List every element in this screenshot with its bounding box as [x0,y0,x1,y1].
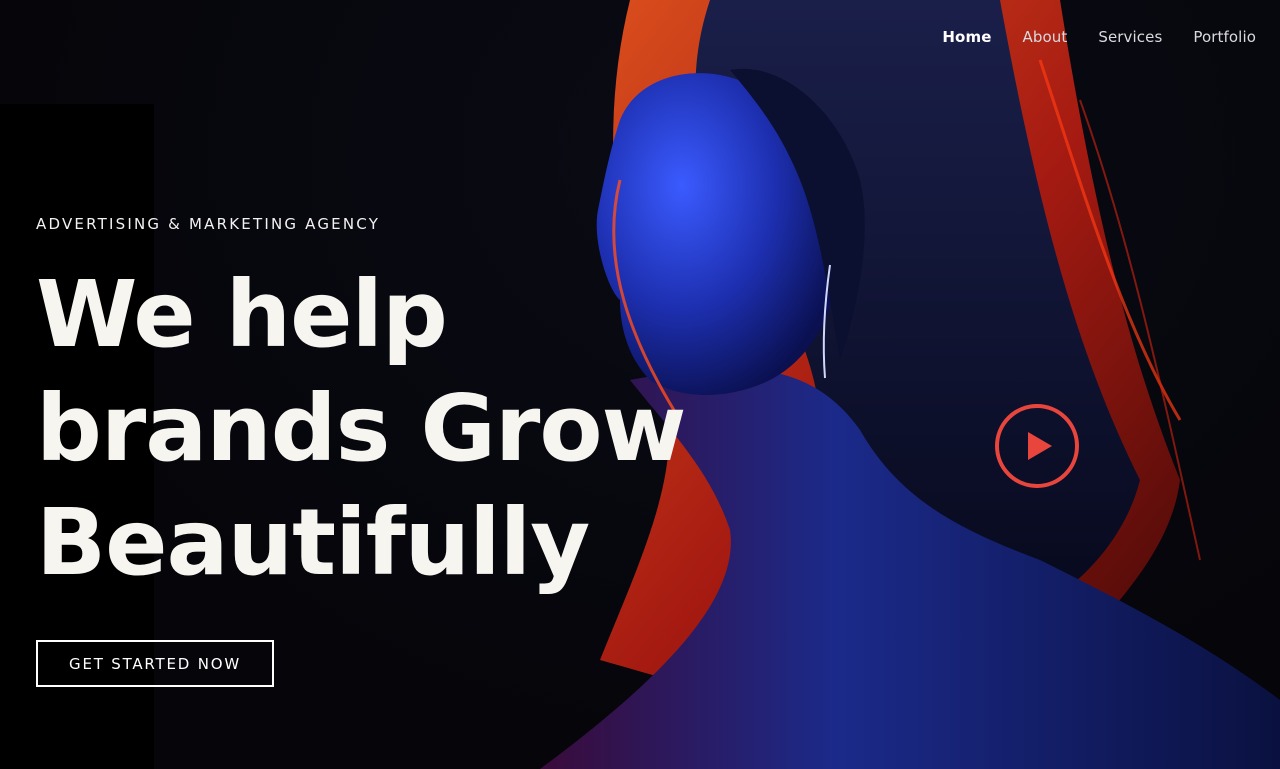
nav-item-about[interactable]: About [1022,28,1067,46]
hero-section: Home About Services Portfolio ADVERTISIN… [0,0,1280,769]
play-icon[interactable] [994,403,1080,489]
nav-item-portfolio[interactable]: Portfolio [1193,28,1256,46]
main-nav: Home About Services Portfolio [942,28,1256,46]
get-started-button[interactable]: GET STARTED NOW [36,640,274,687]
headline-line-2: brands Grow [36,375,687,482]
nav-item-services[interactable]: Services [1098,28,1162,46]
nav-item-home[interactable]: Home [942,28,991,46]
headline-line-1: We help [36,261,448,368]
headline-line-3: Beautifully [36,489,590,596]
hero-headline: We help brands Grow Beautifully [36,258,796,600]
hero-tagline: ADVERTISING & MARKETING AGENCY [36,215,381,233]
